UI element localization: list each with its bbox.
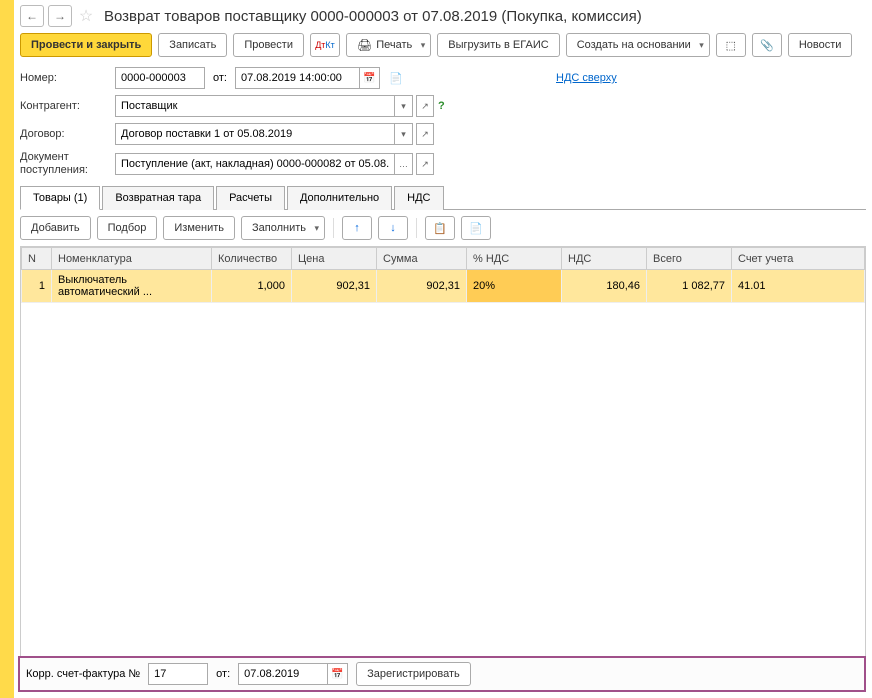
egais-button[interactable]: Выгрузить в ЕГАИС: [437, 33, 559, 57]
create-based-button[interactable]: Создать на основании: [566, 33, 710, 57]
attach-icon[interactable]: 📎: [752, 33, 782, 57]
help-icon[interactable]: ?: [438, 100, 445, 112]
print-button[interactable]: Печать: [346, 33, 431, 57]
separator: [416, 218, 417, 238]
back-button[interactable]: ←: [20, 5, 44, 27]
col-sum[interactable]: Сумма: [377, 248, 467, 270]
write-button[interactable]: Записать: [158, 33, 227, 57]
goods-table[interactable]: N Номенклатура Количество Цена Сумма % Н…: [20, 246, 866, 661]
dtKt-icon[interactable]: ДтКт: [310, 33, 340, 57]
tab-goods[interactable]: Товары (1): [20, 186, 100, 210]
register-button[interactable]: Зарегистрировать: [356, 662, 471, 686]
add-button[interactable]: Добавить: [20, 216, 91, 240]
tab-extra[interactable]: Дополнительно: [287, 186, 392, 210]
dropdown-icon[interactable]: ▾: [395, 95, 413, 117]
table-row[interactable]: 1 Выключатель автоматический ... 1,000 9…: [22, 270, 865, 303]
select-button[interactable]: Подбор: [97, 216, 158, 240]
calendar-icon[interactable]: 📅: [360, 67, 380, 89]
structure-icon[interactable]: ⬚: [716, 33, 746, 57]
contract-input[interactable]: [115, 123, 395, 145]
invoice-footer: Корр. счет-фактура № от: 📅 Зарегистриров…: [18, 656, 866, 692]
tab-tara[interactable]: Возвратная тара: [102, 186, 214, 210]
invoice-date-input[interactable]: [238, 663, 328, 685]
calendar-icon[interactable]: 📅: [328, 663, 348, 685]
col-n[interactable]: N: [22, 248, 52, 270]
invoice-num-input[interactable]: [148, 663, 208, 685]
forward-button[interactable]: →: [48, 5, 72, 27]
more-icon[interactable]: …: [395, 153, 413, 175]
date-input[interactable]: [235, 67, 360, 89]
receipt-input[interactable]: [115, 153, 395, 175]
receipt-label: Документ поступления:: [20, 151, 115, 177]
post-button[interactable]: Провести: [233, 33, 304, 57]
separator: [333, 218, 334, 238]
tab-vat[interactable]: НДС: [394, 186, 443, 210]
move-down-icon[interactable]: ↓: [378, 216, 408, 240]
sidebar-accent: [0, 0, 14, 698]
open-icon[interactable]: ↗: [416, 95, 434, 117]
number-label: Номер:: [20, 72, 115, 84]
from-label: от:: [205, 72, 235, 84]
change-button[interactable]: Изменить: [163, 216, 235, 240]
number-input[interactable]: [115, 67, 205, 89]
open-icon[interactable]: ↗: [416, 153, 434, 175]
post-indicator-icon[interactable]: 📄: [386, 72, 406, 85]
page-title: Возврат товаров поставщику 0000-000003 о…: [104, 8, 642, 25]
footer-from: от:: [216, 668, 230, 680]
col-vat[interactable]: НДС: [562, 248, 647, 270]
fill-button[interactable]: Заполнить: [241, 216, 325, 240]
tab-calc[interactable]: Расчеты: [216, 186, 285, 210]
move-up-icon[interactable]: ↑: [342, 216, 372, 240]
news-button[interactable]: Новости: [788, 33, 853, 57]
col-price[interactable]: Цена: [292, 248, 377, 270]
col-total[interactable]: Всего: [647, 248, 732, 270]
col-account[interactable]: Счет учета: [732, 248, 865, 270]
dropdown-icon[interactable]: ▾: [395, 123, 413, 145]
post-close-button[interactable]: Провести и закрыть: [20, 33, 152, 57]
col-vatpct[interactable]: % НДС: [467, 248, 562, 270]
contragent-label: Контрагент:: [20, 100, 115, 112]
contract-label: Договор:: [20, 128, 115, 140]
col-qty[interactable]: Количество: [212, 248, 292, 270]
footer-label: Корр. счет-фактура №: [26, 668, 140, 680]
copy-icon[interactable]: 📋: [425, 216, 455, 240]
vat-link[interactable]: НДС сверху: [556, 72, 617, 84]
paste-icon[interactable]: 📄: [461, 216, 491, 240]
star-icon[interactable]: ☆: [76, 5, 96, 27]
col-nomen[interactable]: Номенклатура: [52, 248, 212, 270]
contragent-input[interactable]: [115, 95, 395, 117]
open-icon[interactable]: ↗: [416, 123, 434, 145]
